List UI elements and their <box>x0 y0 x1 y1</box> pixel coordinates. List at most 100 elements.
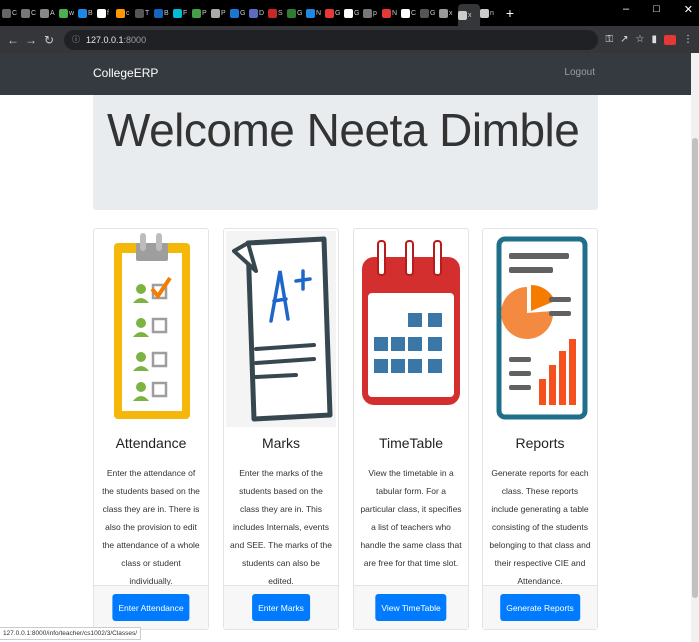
url-port: :8000 <box>123 34 147 45</box>
tab-favicon-icon <box>40 8 49 18</box>
tab-label: N <box>392 9 398 17</box>
browser-tab[interactable]: B <box>154 4 173 22</box>
tab-favicon-icon <box>173 8 182 18</box>
timetable-card: TimeTable View the timetable in a tabula… <box>353 228 469 630</box>
tab-label: C <box>12 9 18 17</box>
share-icon[interactable]: ↗ <box>620 34 628 45</box>
key-icon[interactable]: ⚿ <box>606 34 614 45</box>
browser-tab[interactable]: B <box>78 4 97 22</box>
browser-tab[interactable]: S <box>268 4 287 22</box>
generate-reports-button[interactable]: Generate Reports <box>500 594 580 621</box>
tab-label: G <box>354 9 360 17</box>
browser-tab[interactable]: G <box>230 4 249 22</box>
browser-tab[interactable]: N <box>306 4 325 22</box>
site-info-icon[interactable]: ⓘ <box>72 34 80 45</box>
tab-favicon-icon <box>287 8 296 18</box>
tab-favicon-icon <box>2 8 11 18</box>
browser-tab[interactable]: w <box>59 4 78 22</box>
card-description: Enter the attendance of the students bas… <box>102 468 200 586</box>
browser-tab[interactable]: C <box>401 4 420 22</box>
browser-tab[interactable]: x <box>439 4 458 22</box>
browser-tab[interactable]: x <box>458 4 480 26</box>
forward-icon[interactable]: → <box>24 33 38 47</box>
reload-icon[interactable]: ↻ <box>42 33 56 47</box>
browser-tab[interactable]: C <box>21 4 40 22</box>
extension-icon[interactable] <box>664 34 676 45</box>
tab-favicon-icon <box>59 8 68 18</box>
browser-tab[interactable]: C <box>2 4 21 22</box>
tab-favicon-icon <box>439 8 448 18</box>
tab-label: c <box>126 9 130 17</box>
tab-label: p <box>373 9 377 17</box>
reports-document-icon <box>496 236 588 420</box>
tab-favicon-icon <box>211 8 220 18</box>
card-footer: Generate Reports <box>483 585 597 629</box>
browser-tab[interactable]: G <box>325 4 344 22</box>
tab-label: x <box>468 11 472 19</box>
tab-favicon-icon <box>21 8 30 18</box>
browser-tab[interactable]: A <box>40 4 59 22</box>
card-title: Attendance <box>115 435 187 451</box>
page: C C Aw Bf c T B F P P G D S G N G Gp N C Gx x n + – □ ✕ ← → ↻ … <box>0 0 699 642</box>
tab-label: D <box>259 9 265 17</box>
scrollbar-thumb[interactable] <box>692 138 698 598</box>
back-icon[interactable]: ← <box>6 33 20 47</box>
card-footer: View TimeTable <box>354 585 468 629</box>
browser-tab[interactable]: T <box>135 4 154 22</box>
browser-tab[interactable]: n <box>480 4 499 22</box>
close-icon[interactable]: ✕ <box>684 3 693 16</box>
logout-link[interactable]: Logout <box>564 67 595 78</box>
browser-tab[interactable]: N <box>382 4 401 22</box>
brand-link[interactable]: CollegeERP <box>93 66 158 80</box>
tab-favicon-icon <box>135 8 144 18</box>
url-input[interactable]: ⓘ 127.0.0.1:8000 <box>64 29 598 50</box>
welcome-heading: Welcome Neeta Dimble <box>107 104 580 156</box>
enter-marks-button[interactable]: Enter Marks <box>252 594 310 621</box>
bookmark-star-icon[interactable]: ☆ <box>636 34 645 45</box>
maximize-icon[interactable]: □ <box>653 3 660 16</box>
tab-label: f <box>107 9 109 17</box>
window-controls: – □ ✕ <box>623 3 693 16</box>
browser-tab[interactable]: G <box>420 4 439 22</box>
welcome-jumbotron: Welcome Neeta Dimble <box>93 95 598 210</box>
tab-label: P <box>202 9 207 17</box>
menu-kebab-icon[interactable]: ⋮ <box>683 34 693 45</box>
tab-label: N <box>316 9 322 17</box>
tab-favicon-icon <box>306 8 315 18</box>
tab-favicon-icon <box>325 8 334 18</box>
tab-label: A <box>50 9 55 17</box>
tab-label: T <box>145 9 150 17</box>
browser-tab-strip: C C Aw Bf c T B F P P G D S G N G Gp N C Gx x n + <box>0 0 699 26</box>
attendance-card: Attendance Enter the attendance of the s… <box>93 228 209 630</box>
tab-label: C <box>31 9 37 17</box>
card-title: Marks <box>261 435 301 451</box>
card-description: View the timetable in a tabular form. Fo… <box>360 468 462 568</box>
reports-card: Reports Generate reports for each class.… <box>482 228 598 630</box>
attendance-clipboard-icon <box>114 233 190 419</box>
url-host: 127.0.0.1 <box>86 34 124 45</box>
browser-tab[interactable]: G <box>287 4 306 22</box>
tab-favicon-icon <box>344 8 353 18</box>
enter-attendance-button[interactable]: Enter Attendance <box>112 594 190 621</box>
browser-tab[interactable]: c <box>116 4 135 22</box>
view-timetable-button[interactable]: View TimeTable <box>375 594 447 621</box>
browser-tab[interactable]: p <box>363 4 382 22</box>
tab-label: G <box>430 9 436 17</box>
tab-label: P <box>221 9 226 17</box>
minimize-icon[interactable]: – <box>623 3 629 16</box>
browser-tab[interactable]: P <box>211 4 230 22</box>
browser-tab[interactable]: F <box>173 4 192 22</box>
card-description: Enter the marks of the students based on… <box>230 468 332 586</box>
tab-favicon-icon <box>97 8 106 18</box>
tab-favicon-icon <box>249 8 258 18</box>
browser-tab[interactable]: P <box>192 4 211 22</box>
card-footer: Enter Marks <box>224 585 338 629</box>
sidebar-icon[interactable]: ▮ <box>651 34 657 45</box>
page-scrollbar[interactable] <box>691 53 699 642</box>
calendar-icon <box>362 240 460 405</box>
browser-tab[interactable]: f <box>97 4 116 22</box>
new-tab-icon[interactable]: + <box>503 5 517 21</box>
browser-tab[interactable]: D <box>249 4 268 22</box>
browser-tab[interactable]: G <box>344 4 363 22</box>
tab-favicon-icon <box>78 8 87 18</box>
